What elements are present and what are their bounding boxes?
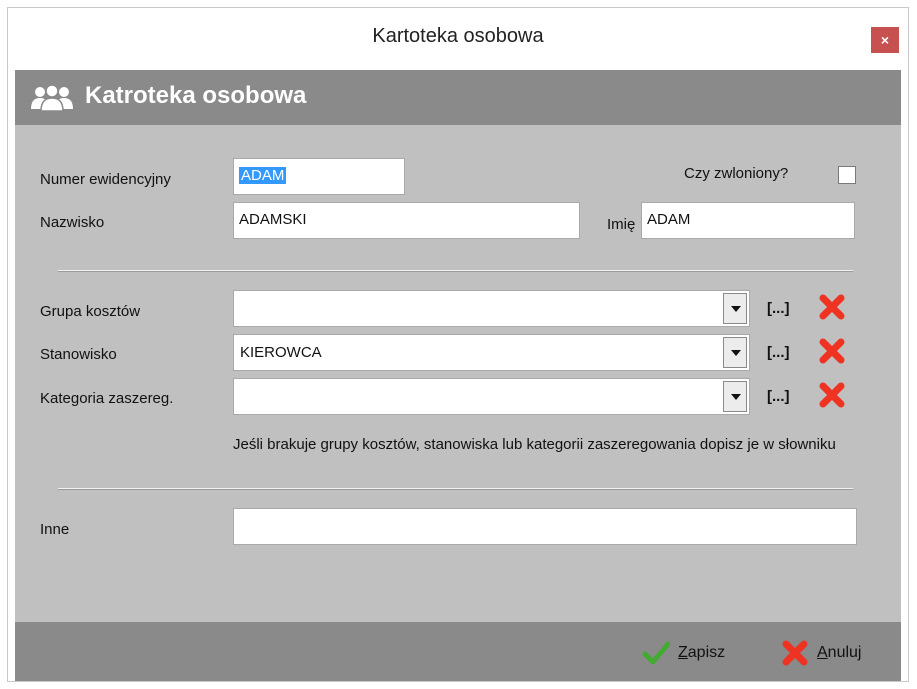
checkmark-icon — [642, 641, 670, 665]
grupa-kosztow-clear-icon[interactable] — [819, 294, 845, 320]
kategoria-label: Kategoria zaszereg. — [40, 390, 174, 407]
people-group-icon — [31, 84, 73, 111]
stanowisko-dropdown-button[interactable] — [723, 337, 747, 368]
dialog-window: Kartoteka osobowa × Katroteka osobowa Nu… — [7, 7, 909, 682]
chevron-down-icon — [731, 394, 741, 400]
nazwisko-label: Nazwisko — [40, 214, 105, 231]
numer-ewidencyjny-value: ADAM — [239, 167, 287, 184]
button-bar: Zapisz Anuluj — [15, 622, 901, 681]
inne-input[interactable] — [233, 508, 857, 545]
kategoria-dropdown-button[interactable] — [723, 381, 747, 412]
numer-ewidencyjny-input[interactable]: ADAM — [233, 158, 405, 195]
form-header: Katroteka osobowa — [15, 70, 901, 125]
cancel-button-label: Anuluj — [817, 644, 862, 661]
kategoria-browse-button[interactable]: [...] — [767, 388, 790, 405]
title-bar: Kartoteka osobowa × — [8, 8, 908, 70]
kategoria-select[interactable] — [233, 378, 750, 415]
inne-label: Inne — [40, 521, 70, 538]
chevron-down-icon — [731, 350, 741, 356]
separator — [58, 488, 853, 490]
numer-ewidencyjny-label: Numer ewidencyjny — [40, 171, 171, 188]
grupa-kosztow-browse-button[interactable]: [...] — [767, 300, 790, 317]
imie-input[interactable]: ADAM — [641, 202, 855, 239]
grupa-kosztow-dropdown-button[interactable] — [723, 293, 747, 324]
save-button-label: Zapisz — [678, 644, 726, 661]
form-body: Numer ewidencyjny ADAM Czy zwloniony? Na… — [15, 125, 901, 622]
form-title: Katroteka osobowa — [85, 82, 307, 109]
grupa-kosztow-label: Grupa kosztów — [40, 303, 141, 320]
czy-zwolniony-label: Czy zwloniony? — [684, 165, 789, 182]
separator — [58, 270, 853, 272]
grupa-kosztow-select[interactable] — [233, 290, 750, 327]
nazwisko-input[interactable]: ADAMSKI — [233, 202, 580, 239]
stanowisko-label: Stanowisko — [40, 346, 117, 363]
stanowisko-value: KIEROWCA — [240, 344, 322, 361]
stanowisko-clear-icon[interactable] — [819, 338, 845, 364]
dictionary-hint: Jeśli brakuje grupy kosztów, stanowiska … — [233, 436, 836, 453]
cancel-button[interactable]: Anuluj — [781, 639, 861, 667]
stanowisko-browse-button[interactable]: [...] — [767, 344, 790, 361]
czy-zwolniony-checkbox[interactable] — [838, 166, 856, 184]
close-button[interactable]: × — [871, 27, 899, 53]
imie-label: Imię — [607, 216, 636, 233]
save-button[interactable]: Zapisz — [642, 639, 725, 667]
stanowisko-select[interactable]: KIEROWCA — [233, 334, 750, 371]
window-title: Kartoteka osobowa — [372, 25, 544, 47]
chevron-down-icon — [731, 306, 741, 312]
kategoria-clear-icon[interactable] — [819, 382, 845, 408]
cancel-x-icon — [782, 640, 808, 666]
